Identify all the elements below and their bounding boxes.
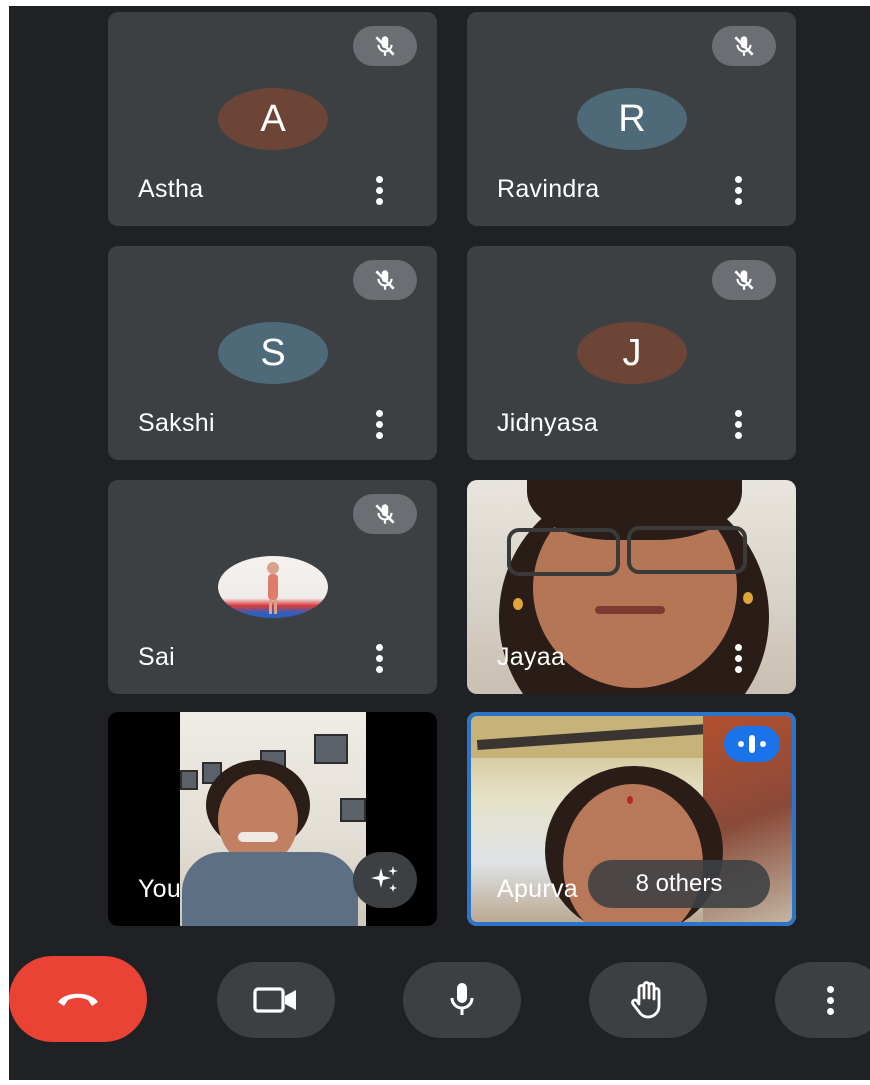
avatar-photo <box>218 556 328 618</box>
mic-off-icon <box>712 260 776 300</box>
more-vert-icon[interactable] <box>367 406 391 442</box>
participant-name: Jidnyasa <box>497 409 599 437</box>
participant-name: Sai <box>138 643 176 671</box>
mic-off-icon <box>353 26 417 66</box>
raise-hand-button[interactable] <box>589 962 707 1038</box>
avatar: A <box>218 88 328 150</box>
mic-toggle-button[interactable] <box>403 962 521 1038</box>
avatar: J <box>577 322 687 384</box>
participant-name: Sakshi <box>138 409 215 437</box>
avatar: R <box>577 88 687 150</box>
participant-tile-sai[interactable]: Sai <box>108 480 437 694</box>
participant-name: Jayaa <box>497 643 566 671</box>
camera-toggle-button[interactable] <box>217 962 335 1038</box>
raise-hand-icon <box>631 981 661 1019</box>
mic-off-icon <box>353 260 417 300</box>
self-video-tile[interactable]: You <box>108 712 437 926</box>
participant-tile-apurva[interactable]: Apurva 8 others <box>467 712 796 926</box>
self-name: You <box>138 875 182 903</box>
videocam-icon <box>253 987 296 1013</box>
participant-tile-jayaa[interactable]: Jayaa <box>467 480 796 694</box>
avatar: S <box>218 322 328 384</box>
phone-hangup-icon <box>58 993 98 1006</box>
more-vert-icon[interactable] <box>367 172 391 208</box>
more-options-button[interactable] <box>775 962 870 1038</box>
participant-tile-ravindra[interactable]: R Ravindra <box>467 12 796 226</box>
others-count-badge[interactable]: 8 others <box>588 860 770 908</box>
mic-icon <box>450 983 474 1015</box>
participant-tile-jidnyasa[interactable]: J Jidnyasa <box>467 246 796 460</box>
audio-level-icon <box>724 726 780 762</box>
more-vert-icon[interactable] <box>367 640 391 676</box>
more-vert-icon[interactable] <box>726 172 750 208</box>
participant-tile-sakshi[interactable]: S Sakshi <box>108 246 437 460</box>
call-controls-bar <box>9 946 870 1080</box>
participant-name: Astha <box>138 175 204 203</box>
more-vert-icon[interactable] <box>726 406 750 442</box>
meeting-screen: A Astha R Ravindra S Sakshi J Jidnyasa S… <box>9 6 870 1080</box>
participant-name: Apurva <box>497 875 579 903</box>
more-vert-icon[interactable] <box>726 640 750 676</box>
mic-off-icon <box>353 494 417 534</box>
participant-tile-astha[interactable]: A Astha <box>108 12 437 226</box>
end-call-button[interactable] <box>9 956 147 1042</box>
mic-off-icon <box>712 26 776 66</box>
more-vert-icon <box>818 982 842 1018</box>
sparkle-icon[interactable] <box>353 852 417 908</box>
participant-name: Ravindra <box>497 175 600 203</box>
